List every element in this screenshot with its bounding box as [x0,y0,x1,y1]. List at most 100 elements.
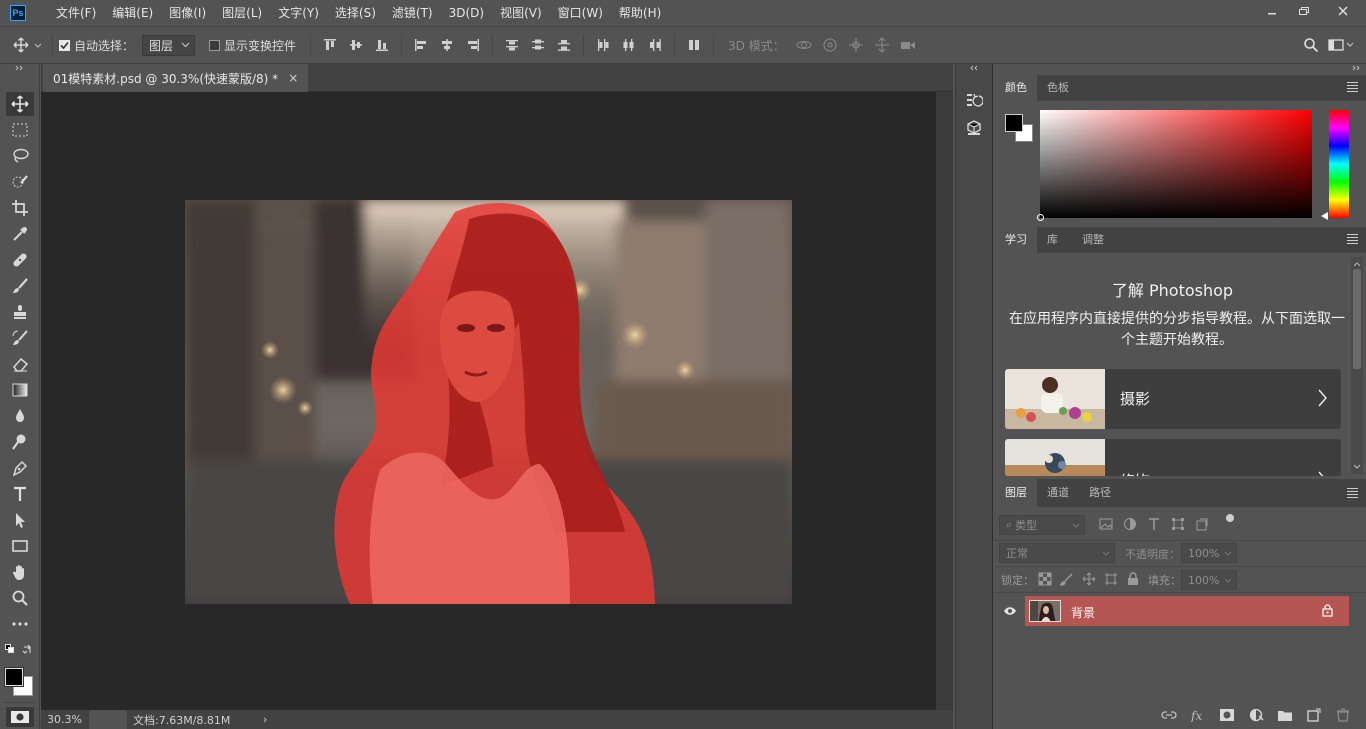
more-tools-icon[interactable] [6,612,34,636]
learn-panel-menu-icon[interactable] [1347,234,1358,244]
properties-panel-icon[interactable] [956,114,992,142]
tab-channels[interactable]: 通道 [1037,479,1079,507]
link-layers-icon[interactable] [1161,708,1177,722]
tab-adjustments[interactable]: 调整 [1068,227,1114,253]
new-layer-icon[interactable] [1306,708,1322,722]
orbit-3d-icon[interactable] [791,32,817,58]
close-tab-icon[interactable]: × [288,71,298,85]
align-top-icon[interactable] [317,32,343,58]
zoom-tool-icon[interactable] [6,586,34,610]
color-picker-field[interactable] [1037,110,1312,221]
align-horizontal-center-icon[interactable] [434,32,460,58]
menu-file[interactable]: 文件(F) [48,0,104,26]
opacity-input[interactable]: 100% [1181,543,1237,563]
lock-image-pixels-icon[interactable] [1060,572,1074,586]
delete-layer-trash-icon[interactable] [1335,708,1351,722]
learn-scrollbar[interactable] [1351,257,1363,474]
quick-mask-mode-icon[interactable] [5,707,34,727]
dodge-tool-icon[interactable] [6,430,34,454]
history-brush-tool-icon[interactable] [6,326,34,350]
lock-transparent-pixels-icon[interactable] [1038,572,1052,586]
layers-panel-menu-icon[interactable] [1347,488,1358,498]
new-adjustment-layer-icon[interactable] [1248,708,1264,722]
brush-tool-icon[interactable] [6,274,34,298]
fill-input[interactable]: 100% [1181,570,1237,590]
type-filter-icon[interactable] [1147,517,1161,531]
blur-tool-icon[interactable] [6,404,34,428]
menu-filter[interactable]: 滤镜(T) [384,0,441,26]
menu-image[interactable]: 图像(I) [161,0,214,26]
eraser-tool-icon[interactable] [6,352,34,376]
learn-card-retouching[interactable]: 修饰 [1005,439,1341,476]
healing-brush-tool-icon[interactable] [6,248,34,272]
menu-type[interactable]: 文字(Y) [270,0,327,26]
menu-window[interactable]: 窗口(W) [550,0,611,26]
menu-edit[interactable]: 编辑(E) [104,0,161,26]
type-tool-icon[interactable] [6,482,34,506]
foreground-color-swatch[interactable] [4,667,24,687]
pan-3d-icon[interactable] [843,32,869,58]
pixel-filter-icon[interactable] [1099,517,1113,531]
photoshop-logo-icon[interactable]: Ps [10,5,26,21]
zoom-level[interactable]: 30.3% [41,713,89,726]
menu-help[interactable]: 帮助(H) [611,0,669,26]
document-canvas-image[interactable] [185,200,792,604]
marquee-tool-icon[interactable] [6,118,34,142]
align-bottom-icon[interactable] [369,32,395,58]
auto-select-checkbox[interactable] [59,39,70,51]
tab-color[interactable]: 颜色 [995,75,1037,101]
status-menu-arrow-icon[interactable]: › [263,713,267,726]
hue-slider[interactable] [1329,110,1349,218]
tab-layers[interactable]: 图层 [995,479,1037,507]
distribute-left-icon[interactable] [590,32,616,58]
menu-view[interactable]: 视图(V) [492,0,550,26]
swap-colors-icon[interactable] [22,644,32,654]
distribute-bottom-icon[interactable] [551,32,577,58]
lock-all-icon[interactable] [1126,572,1140,586]
layer-filter-dropdown[interactable]: ⌕ 类型 [999,515,1085,535]
quick-selection-tool-icon[interactable] [6,170,34,194]
vertical-scrollbar[interactable] [936,92,953,710]
workspace-switcher-icon[interactable] [1324,32,1358,58]
learn-card-photography[interactable]: 摄影 [1005,369,1341,429]
crop-tool-icon[interactable] [6,196,34,220]
visibility-eye-icon[interactable] [995,596,1025,626]
align-right-icon[interactable] [460,32,486,58]
color-panel-menu-icon[interactable] [1347,82,1358,92]
roll-3d-icon[interactable] [817,32,843,58]
distribute-horizontal-center-icon[interactable] [616,32,642,58]
restore-icon[interactable] [1288,0,1320,22]
show-transform-checkbox[interactable] [209,39,221,51]
collapse-dock-icon[interactable] [956,64,992,72]
search-icon[interactable] [1298,32,1324,58]
slide-3d-icon[interactable] [869,32,895,58]
tab-paths[interactable]: 路径 [1079,479,1121,507]
lasso-tool-icon[interactable] [6,144,34,168]
menu-select[interactable]: 选择(S) [327,0,384,26]
tab-learn[interactable]: 学习 [995,227,1037,253]
distribute-right-icon[interactable] [642,32,668,58]
tab-libraries[interactable]: 库 [1037,227,1068,253]
lock-position-icon[interactable] [1082,572,1096,586]
layer-style-fx-icon[interactable]: fx [1190,708,1206,722]
adjustment-filter-icon[interactable] [1123,517,1137,531]
menu-layer[interactable]: 图层(L) [214,0,270,26]
collapse-panels-icon[interactable] [1352,65,1362,71]
distribute-top-icon[interactable] [499,32,525,58]
hue-slider-handle[interactable] [1321,212,1328,220]
menu-3d[interactable]: 3D(D) [441,0,492,26]
collapse-toolbar-icon[interactable] [0,64,39,72]
layer-row[interactable]: 背景 [995,596,1349,626]
move-tool-preset-icon[interactable] [10,32,46,58]
shape-filter-icon[interactable] [1171,517,1185,531]
smart-object-filter-icon[interactable] [1195,517,1209,531]
default-colors-icon[interactable] [5,644,15,654]
align-left-icon[interactable] [408,32,434,58]
add-layer-mask-icon[interactable] [1219,708,1235,722]
align-vertical-center-icon[interactable] [343,32,369,58]
new-group-folder-icon[interactable] [1277,708,1293,722]
lock-artboard-icon[interactable] [1104,572,1118,586]
pen-tool-icon[interactable] [6,456,34,480]
distribute-vertical-center-icon[interactable] [525,32,551,58]
clone-stamp-tool-icon[interactable] [6,300,34,324]
